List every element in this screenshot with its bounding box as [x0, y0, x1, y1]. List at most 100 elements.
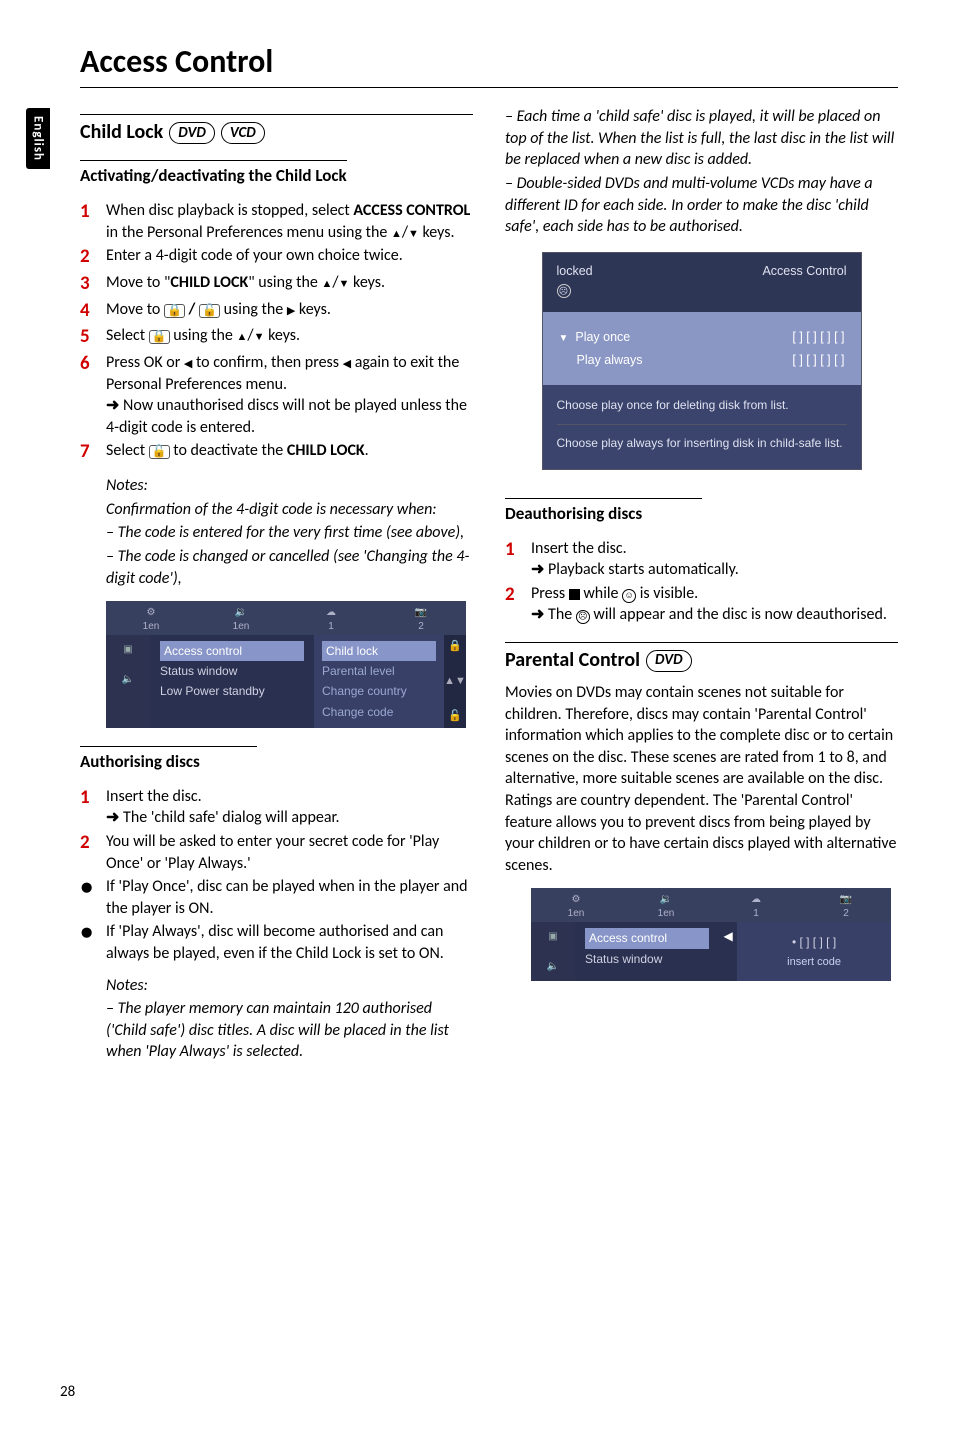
up-icon [237, 326, 248, 345]
tab-label: 2 [418, 621, 424, 632]
down-icon [254, 326, 265, 345]
step-number: 2 [505, 583, 521, 626]
text: Insert the disc. [531, 538, 739, 560]
step-number: 1 [80, 786, 96, 829]
locked-label: locked [557, 263, 593, 280]
osd-tab: ☁1 [711, 891, 801, 922]
auth-step-1: Insert the disc. The 'child safe' dialog… [106, 786, 339, 829]
tab-label: 1 [328, 621, 334, 632]
child-lock-heading: Child Lock DVD VCD [80, 114, 473, 146]
text: to deactivate the [170, 441, 287, 460]
osd-screenshot-2: ⚙1en 🔉1en ☁1 📷2 ▣🔈 Access control Status… [531, 888, 891, 981]
result-line: The ☹ will appear and the disc is now de… [531, 604, 887, 626]
step-1: When disc playback is stopped, select AC… [106, 200, 473, 243]
text: Select [106, 441, 149, 460]
bullet-text: If 'Play Always', disc will become autho… [106, 921, 473, 964]
play-always-label: Play always [559, 352, 643, 369]
step-6: Press OK or to confirm, then press again… [106, 352, 473, 438]
text: using the [220, 300, 287, 319]
code-entry: • [ ] [ ] [ ] [792, 934, 836, 950]
dialog-hint: Choose play always for inserting disk in… [557, 433, 847, 453]
lock-open-icon: 🔓 [199, 304, 220, 318]
text: The [548, 605, 576, 624]
authorising-heading: Authorising discs [80, 746, 257, 774]
up-icon [391, 223, 402, 242]
notes-label: Notes: [106, 475, 473, 497]
text: Press OK or [106, 353, 184, 372]
step-number: 7 [80, 440, 96, 465]
bullet-icon: ● [80, 921, 96, 964]
notes-label: Notes: [106, 975, 473, 997]
text: to confirm, then press [192, 353, 342, 372]
step-number: 1 [80, 200, 96, 243]
note-line: – Each time a 'child safe' disc is playe… [505, 106, 898, 171]
lock-closed-icon: 🔒 [164, 304, 185, 318]
step-number: 1 [505, 538, 521, 581]
parental-control-heading: Parental Control DVD [505, 642, 898, 674]
step-number: 5 [80, 325, 96, 350]
osd-item: Access control [160, 641, 304, 661]
step-number: 2 [80, 245, 96, 270]
down-icon [339, 273, 350, 292]
step-5: Select 🔒 using the / keys. [106, 325, 300, 350]
lock-closed-icon: 🔒 [149, 330, 170, 344]
continued-notes: – Each time a 'child safe' disc is playe… [505, 106, 898, 238]
page-number: 28 [60, 1382, 75, 1402]
text: keys. [349, 273, 385, 292]
text: " using the [248, 273, 321, 292]
osd-tab: ⚙1en [106, 604, 196, 635]
note-line: – The player memory can maintain 120 aut… [106, 998, 473, 1063]
step-7: Select 🔓 to deactivate the CHILD LOCK. [106, 440, 369, 465]
dialog-hint: Choose play once for deleting disk from … [557, 395, 847, 424]
text: in the Personal Preferences menu using t… [106, 223, 391, 242]
text: ACCESS CONTROL [353, 201, 470, 220]
play-once-label: Play once [575, 330, 630, 344]
text: . [365, 441, 369, 460]
text: CHILD LOCK [287, 441, 365, 460]
osd-item: Change code [322, 702, 436, 722]
activating-heading: Activating/deactivating the Child Lock [80, 160, 347, 188]
access-control-dialog: locked ☹ Access Control ▼ Play once [ ] … [542, 252, 862, 470]
osd-item: Status window [585, 949, 709, 969]
step-3: Move to "CHILD LOCK" using the / keys. [106, 272, 385, 297]
lock-open-icon: 🔓 [149, 445, 170, 459]
osd-tab: 📷2 [376, 604, 466, 635]
step-2: Enter a 4-digit code of your own choice … [106, 245, 403, 270]
text: is visible. [636, 584, 698, 603]
deauthorising-heading: Deauthorising discs [505, 498, 702, 526]
tab-label: 1en [233, 621, 250, 632]
osd-item: Status window [160, 661, 304, 681]
osd-item: Low Power standby [160, 681, 304, 701]
bullet-text: If 'Play Once', disc can be played when … [106, 876, 473, 919]
osd-tab: ⚙1en [531, 891, 621, 922]
text: keys. [264, 326, 300, 345]
note-line: – The code is changed or cancelled (see … [106, 546, 473, 589]
text: will appear and the disc is now deauthor… [590, 605, 887, 624]
osd-item: Access control [585, 928, 709, 948]
text: Press [531, 584, 569, 603]
safe-face-icon: ☺ [622, 589, 636, 603]
result-line: Now unauthorised discs will not be playe… [106, 395, 473, 438]
note-line: – Double-sided DVDs and multi-volume VCD… [505, 173, 898, 238]
note-line: – The code is entered for the very first… [106, 522, 473, 544]
text: keys. [419, 223, 455, 242]
down-icon [408, 223, 419, 242]
tab-label: 1en [658, 908, 675, 919]
code-hint: insert code [787, 955, 841, 970]
auth-step-2: You will be asked to enter your secret c… [106, 831, 473, 874]
language-tab: English [26, 108, 50, 169]
text: keys. [295, 300, 331, 319]
osd-item: Change country [322, 681, 436, 701]
left-arrow-icon: ◀ [719, 922, 737, 981]
step-number: 6 [80, 352, 96, 438]
dvd-pill: DVD [169, 122, 215, 144]
up-icon [321, 273, 332, 292]
page-title: Access Control [80, 40, 898, 88]
unsafe-face-icon: ☹ [576, 610, 590, 624]
note-line: Confirmation of the 4-digit code is nece… [106, 499, 473, 521]
notes-block: Notes: – The player memory can maintain … [106, 975, 473, 1063]
code-boxes: [ ] [ ] [ ] [ ] [792, 352, 844, 369]
osd-left-icons: ▣🔈 [531, 922, 575, 981]
text: Insert the disc. [106, 786, 339, 808]
result-line: The 'child safe' dialog will appear. [106, 807, 339, 829]
